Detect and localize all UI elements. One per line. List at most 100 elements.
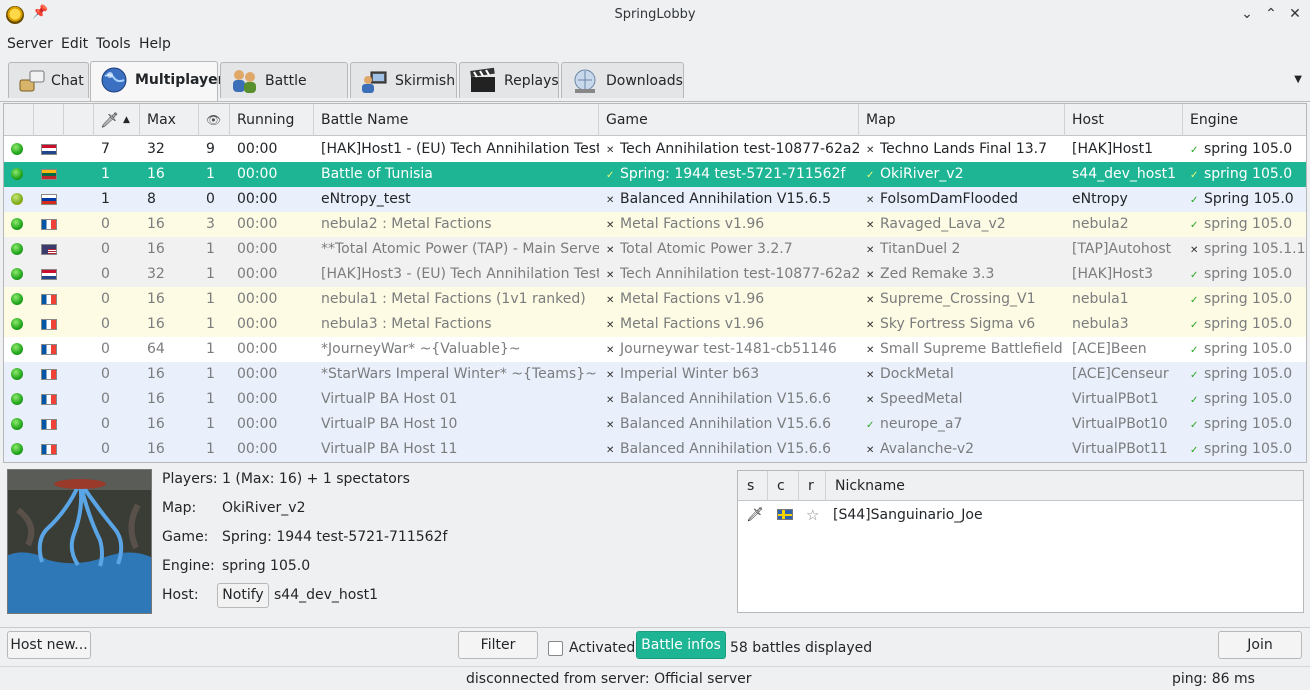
col-spectators[interactable]: 👁 [199,104,230,136]
table-row[interactable]: 0 16 1 00:00 **Total Atomic Power (TAP) - Ma… [4,237,1306,262]
sort-ascending-icon: ▲ [123,115,130,125]
running-cell: 00:00 [230,362,314,387]
col-r[interactable]: r [799,471,826,501]
host-cell-text: VirtualPBot11 [1072,441,1168,457]
menu-help[interactable]: Help [139,36,171,52]
flag-fr-icon [41,219,57,230]
activated-checkbox[interactable] [548,641,563,656]
clapperboard-icon [470,67,495,92]
cross-icon: ✕ [866,445,875,456]
tab-menu-arrow-icon[interactable]: ▼ [1294,74,1302,85]
map-cell-text: TitanDuel 2 [880,241,961,257]
map-cell-text: Techno Lands Final 13.7 [880,141,1048,157]
col-map[interactable]: Map [859,104,1065,136]
battle-name-cell: *StarWars Imperal Winter* ~{Teams}~ [314,362,599,387]
players-cell-text: 0 [101,416,110,432]
cross-icon: ✕ [606,220,615,231]
col-status[interactable] [4,104,34,136]
player-row[interactable]: 🗡 ☆ [S44]Sanguinario_Joe [738,503,1303,527]
game-cell-text: Metal Factions v1.96 [620,216,765,232]
cross-icon: ✕ [866,245,875,256]
col-engine[interactable]: Engine [1183,104,1306,136]
tab-multiplayer[interactable]: Multiplayer [90,61,225,101]
battle-list-header: 🗡 ▲ Max 👁 Running Battle Name Game Map H… [4,104,1306,136]
tab-downloads[interactable]: Downloads [561,62,684,98]
minimize-icon[interactable]: ⌄ [1238,5,1256,23]
running-cell-text: 00:00 [237,366,278,382]
max-cell-text: 16 [147,441,165,457]
table-row[interactable]: 0 16 1 00:00 VirtualP BA Host 10 VirtualPBot1… [4,412,1306,437]
host-new-button[interactable]: Host new... [7,631,91,659]
max-cell-text: 32 [147,266,165,282]
menu-tools[interactable]: Tools [96,36,131,52]
col-country[interactable] [34,104,64,136]
rank-cell [64,187,94,212]
table-row[interactable]: 0 16 1 00:00 nebula1 : Metal Factions (1v1 r… [4,287,1306,312]
engine-cell-text: spring 105.0 [1204,441,1293,457]
col-s[interactable]: s [738,471,768,501]
flag-fr-icon [41,369,57,380]
notify-button[interactable]: Notify [217,583,269,608]
table-row[interactable]: 0 32 1 00:00 [HAK]Host3 - (EU) Tech Annihila… [4,262,1306,287]
close-icon[interactable]: ✕ [1286,5,1304,23]
menu-edit[interactable]: Edit [61,36,88,52]
col-running[interactable]: Running [230,104,314,136]
tab-battle-room[interactable]: Battle room [220,62,348,125]
host-cell-text: VirtualPBot1 [1072,391,1159,407]
col-c[interactable]: c [768,471,799,501]
engine-cell: ✕ spring 105.1.1-12 [1183,237,1306,262]
players-cell-text: 0 [101,316,110,332]
spectators-cell: 1 [199,437,230,462]
title-bar: 📌 SpringLobby ⌄ ⌃ ✕ [0,0,1310,30]
host-cell-text: nebula1 [1072,291,1129,307]
maximize-icon[interactable]: ⌃ [1262,5,1280,23]
map-cell: ✕ DockMetal [859,362,1065,387]
table-row[interactable]: 0 16 1 00:00 nebula3 : Metal Factions nebula3… [4,312,1306,337]
status-cell [4,437,34,462]
table-row[interactable]: 0 64 1 00:00 *JourneyWar* ~{Valuable}~ [ACE]B… [4,337,1306,362]
battle-name-cell-text: **Total Atomic Power (TAP) - Main Server… [321,241,599,257]
table-row[interactable]: 7 32 9 00:00 [HAK]Host1 - (EU) Tech Annihila… [4,137,1306,162]
col-rank[interactable] [64,104,94,136]
table-row[interactable]: 0 16 3 00:00 nebula2 : Metal Factions nebula2… [4,212,1306,237]
map-cell: ✕ Zed Remake 3.3 [859,262,1065,287]
join-button[interactable]: Join [1218,631,1302,659]
engine-cell: ✓ spring 105.0 [1183,437,1306,462]
eye-icon: 👁 [206,113,222,127]
table-row[interactable]: 0 16 1 00:00 VirtualP BA Host 01 VirtualPBot1… [4,387,1306,412]
col-players[interactable]: 🗡 ▲ [94,104,140,136]
cross-icon: ✕ [606,370,615,381]
col-host[interactable]: Host [1065,104,1183,136]
download-globe-icon [574,69,596,93]
col-game[interactable]: Game [599,104,859,136]
rank-cell [64,212,94,237]
country-cell [34,412,64,437]
col-nickname[interactable]: Nickname [826,471,1303,501]
tab-replays[interactable]: Replays [459,62,559,98]
battle-name-cell-text: Battle of Tunisia [321,166,433,182]
battle-name-cell: [HAK]Host3 - (EU) Tech Annihilation Test [314,262,599,287]
country-cell [34,162,64,187]
open-status-icon [11,293,23,305]
spectators-cell-text: 1 [206,416,215,432]
player-sword-icon: 🗡 [746,507,764,523]
map-cell: ✕ Supreme_Crossing_V1 [859,287,1065,312]
rank-cell [64,387,94,412]
map-label: Map: [162,500,197,516]
rank-cell [64,437,94,462]
col-battle-name[interactable]: Battle Name [314,104,599,136]
globe-icon [101,67,127,93]
people-icon [233,70,256,93]
table-row[interactable]: 1 8 0 00:00 eNtropy_test eNtropy ✕ Balanced Ann… [4,187,1306,212]
table-row[interactable]: 0 16 1 00:00 *StarWars Imperal Winter* ~{Tea… [4,362,1306,387]
col-max[interactable]: Max [140,104,199,136]
tab-skirmish[interactable]: Skirmish [350,62,457,98]
menu-server[interactable]: Server [7,36,53,52]
tab-chat[interactable]: Chat [8,62,89,98]
table-row[interactable]: 0 16 1 00:00 VirtualP BA Host 11 VirtualPBot1… [4,437,1306,462]
tab-replays-label: Replays [504,73,559,89]
spectators-cell: 1 [199,412,230,437]
table-row[interactable]: 1 16 1 00:00 Battle of Tunisia s44_dev_host1 ✓… [4,162,1306,187]
battle-infos-button[interactable]: Battle infos [636,631,726,659]
filter-button[interactable]: Filter [458,631,538,659]
